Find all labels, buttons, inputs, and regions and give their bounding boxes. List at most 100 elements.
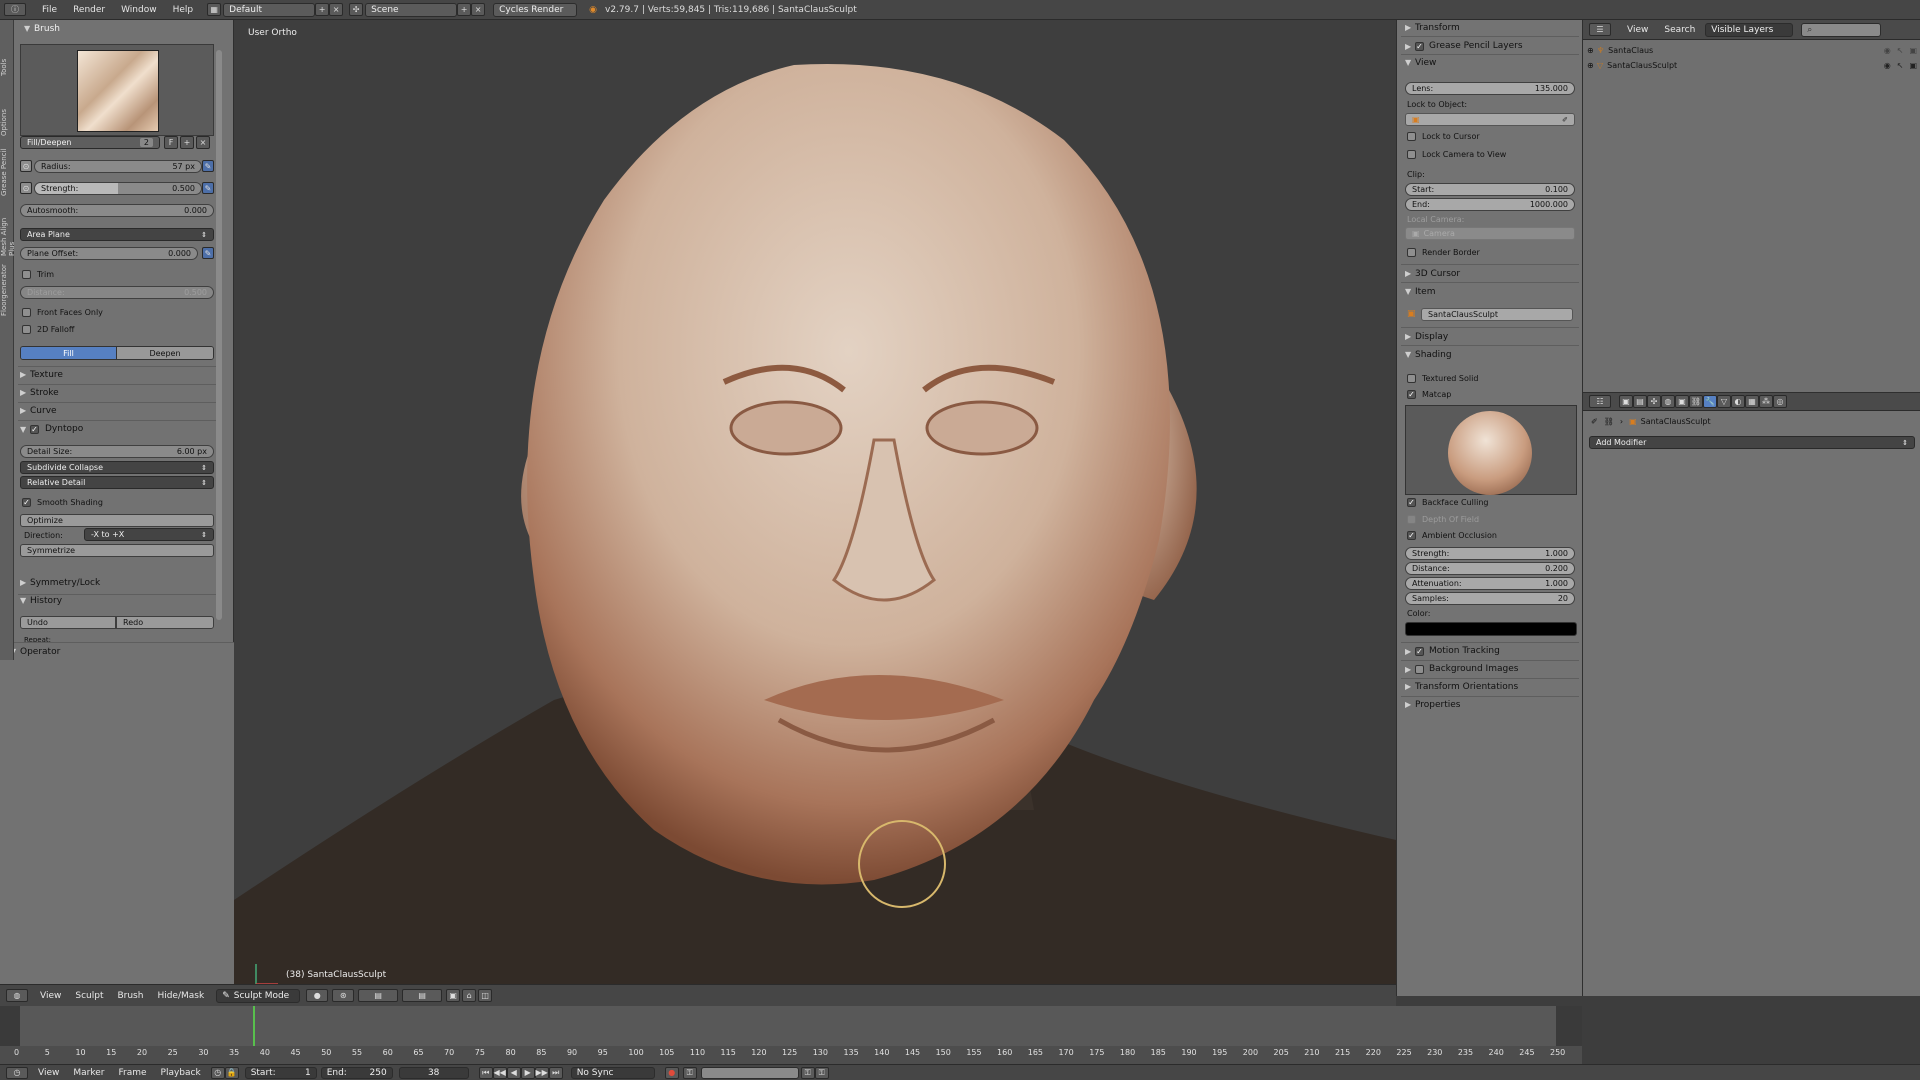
ao-distance-field[interactable]: Distance: 0.200 (1405, 562, 1575, 575)
particles-tab-icon[interactable]: ⁂ (1759, 395, 1773, 408)
scene-icon[interactable]: ✣ (349, 3, 364, 16)
fake-user-button[interactable]: F (164, 136, 178, 149)
background-images-panel-header[interactable]: ▶ Background Images (1405, 664, 1518, 674)
constraints-tab-icon[interactable]: ⛓ (1689, 395, 1703, 408)
clip-end-field[interactable]: End: 1000.000 (1405, 198, 1575, 211)
strength-lock-icon[interactable]: ⊙ (20, 182, 32, 194)
editor-type-icon[interactable]: ◍ (6, 989, 28, 1002)
expand-icon[interactable]: ⊕ (1587, 61, 1597, 70)
trim-checkbox[interactable]: Trim (22, 270, 54, 279)
record-icon[interactable]: ● (664, 1066, 679, 1079)
ao-strength-field[interactable]: Strength: 1.000 (1405, 547, 1575, 560)
scene-field[interactable]: Scene (365, 2, 458, 17)
radius-lock-icon[interactable]: ⊙ (20, 160, 32, 172)
smooth-shading-checkbox[interactable]: ✓ Smooth Shading (22, 498, 103, 507)
menu-file[interactable]: File (34, 5, 65, 15)
tab-tools[interactable]: Tools (0, 20, 8, 80)
grease-pencil-checkbox[interactable]: ✓ (1415, 41, 1424, 51)
matcap-checkbox[interactable]: ✓ Matcap (1407, 390, 1451, 399)
operator-panel-header[interactable]: ▼Operator (10, 647, 60, 657)
menu-help[interactable]: Help (165, 5, 202, 15)
symmetrize-button[interactable]: Symmetrize (20, 544, 214, 557)
add-modifier-select[interactable]: Add Modifier ⇕ (1589, 436, 1915, 449)
outliner-search-menu[interactable]: Search (1664, 25, 1695, 35)
editor-type-icon[interactable]: ◷ (6, 1066, 28, 1079)
add-brush-icon[interactable]: + (180, 136, 194, 149)
render-preview-icon[interactable]: ▣ (446, 989, 461, 1002)
display-mode-select[interactable]: Visible Layers (1705, 22, 1794, 37)
menu-render[interactable]: Render (65, 5, 113, 15)
falloff-2d-checkbox[interactable]: 2D Falloff (22, 325, 74, 334)
keying-set-icon[interactable]: ⚿ (682, 1066, 697, 1079)
radius-slider[interactable]: Radius: 57 px (34, 160, 202, 173)
transform-panel-header[interactable]: ▶ Transform (1405, 23, 1460, 33)
scene-tab-icon[interactable]: ✣ (1647, 395, 1661, 408)
ambient-occlusion-checkbox[interactable]: ✓ Ambient Occlusion (1407, 531, 1497, 540)
pin-icon[interactable]: ✐ (1591, 417, 1598, 426)
viewport-shading-icon[interactable]: ● (306, 989, 329, 1002)
3d-viewport[interactable]: User Ortho (38) SantaClausSculpt (234, 20, 1396, 984)
background-images-checkbox[interactable] (1415, 664, 1424, 674)
timeline[interactable]: 0 5 10 15 20 25 30 35 40 45 50 55 60 65 70 75 80 85 90 95 10… (0, 1006, 1582, 1064)
trim-distance-slider[interactable]: Distance: 0.500 (20, 286, 214, 299)
lens-field[interactable]: Lens: 135.000 (1405, 82, 1575, 95)
sculpt-plane-select[interactable]: Area Plane ⇕ (20, 228, 214, 241)
menu-view[interactable]: View (40, 991, 61, 1001)
tool-shelf-scrollbar[interactable] (216, 50, 222, 620)
dyntopo-checkbox[interactable]: ✓ (30, 424, 39, 434)
3d-cursor-panel-header[interactable]: ▶ 3D Cursor (1405, 269, 1460, 279)
properties-panel-header[interactable]: ▶ Properties (1405, 700, 1460, 710)
timeline-track[interactable] (0, 1006, 1582, 1046)
fill-mode-button[interactable]: Fill (21, 347, 116, 359)
history-panel-header[interactable]: ▼ History (20, 596, 62, 606)
relative-detail-select[interactable]: Relative Detail ⇕ (20, 476, 214, 489)
next-keyframe-icon[interactable]: ▶▶ (534, 1066, 549, 1079)
texture-tab-icon[interactable]: ▦ (1745, 395, 1759, 408)
render-icon[interactable]: ▣ (1909, 46, 1917, 55)
material-tab-icon[interactable]: ◐ (1731, 395, 1745, 408)
render-tab-icon[interactable]: ▣ (1619, 395, 1633, 408)
depth-of-field-checkbox[interactable]: Depth Of Field (1407, 515, 1479, 524)
autosmooth-slider[interactable]: Autosmooth: 0.000 (20, 204, 214, 217)
unlink-brush-icon[interactable]: × (196, 136, 210, 149)
menu-window[interactable]: Window (113, 5, 165, 15)
current-frame-field[interactable]: 38 (398, 1066, 469, 1079)
render-icon[interactable]: ▣ (1909, 61, 1917, 70)
optimize-button[interactable]: Optimize (20, 514, 214, 527)
transform-orientations-panel-header[interactable]: ▶ Transform Orientations (1405, 682, 1518, 692)
shading-panel-header[interactable]: ▼ Shading (1405, 350, 1452, 360)
play-reverse-icon[interactable]: ◀ (506, 1066, 521, 1079)
subdivide-collapse-select[interactable]: Subdivide Collapse ⇕ (20, 461, 214, 474)
editor-type-icon[interactable]: ☷ (1589, 395, 1611, 408)
layout-field[interactable]: Default (223, 2, 316, 17)
tab-floorgenerator[interactable]: Floorgenerator (0, 260, 8, 320)
undo-button[interactable]: Undo (20, 616, 116, 629)
matcap-preview[interactable] (1405, 405, 1577, 495)
clip-start-field[interactable]: Start: 0.100 (1405, 183, 1575, 196)
modifiers-tab-icon[interactable]: 🔧 (1703, 395, 1717, 408)
pivot-icon[interactable]: ⊛ (332, 989, 355, 1002)
direction-select[interactable]: -X to +X ⇕ (84, 528, 214, 541)
stroke-panel-header[interactable]: ▶ Stroke (20, 388, 59, 398)
editor-type-icon[interactable]: ⓘ (4, 3, 26, 16)
screen-layout-icon[interactable]: ▦ (207, 3, 222, 16)
lock-range-icon[interactable]: 🔒 (224, 1066, 239, 1079)
visibility-icon[interactable]: ◉ (1884, 46, 1891, 55)
detail-size-field[interactable]: Detail Size: 6.00 px (20, 445, 214, 458)
prev-keyframe-icon[interactable]: ◀◀ (492, 1066, 507, 1079)
motion-tracking-checkbox[interactable]: ✓ (1415, 646, 1424, 656)
render-layers-tab-icon[interactable]: ▤ (1633, 395, 1647, 408)
preview-range-icon[interactable]: ◷ (210, 1066, 225, 1079)
outliner-row[interactable]: ⊕ ♆ SantaClaus ◉ ↖ ▣ (1587, 43, 1917, 57)
strength-pressure-icon[interactable]: ✎ (202, 182, 214, 194)
menu-sculpt[interactable]: Sculpt (75, 991, 103, 1001)
curve-panel-header[interactable]: ▶ Curve (20, 406, 57, 416)
brush-name-field[interactable]: Fill/Deepen 2 (20, 136, 160, 149)
menu-hide-mask[interactable]: Hide/Mask (157, 991, 204, 1001)
grease-pencil-panel-header[interactable]: ▶ ✓ Grease Pencil Layers (1405, 41, 1523, 51)
expand-icon[interactable]: ⊕ (1587, 46, 1597, 55)
plane-offset-pressure-icon[interactable]: ✎ (202, 247, 214, 259)
item-panel-header[interactable]: ▼ Item (1405, 287, 1436, 297)
brush-panel-header[interactable]: ▼ Brush (24, 24, 60, 34)
menu-brush[interactable]: Brush (117, 991, 143, 1001)
